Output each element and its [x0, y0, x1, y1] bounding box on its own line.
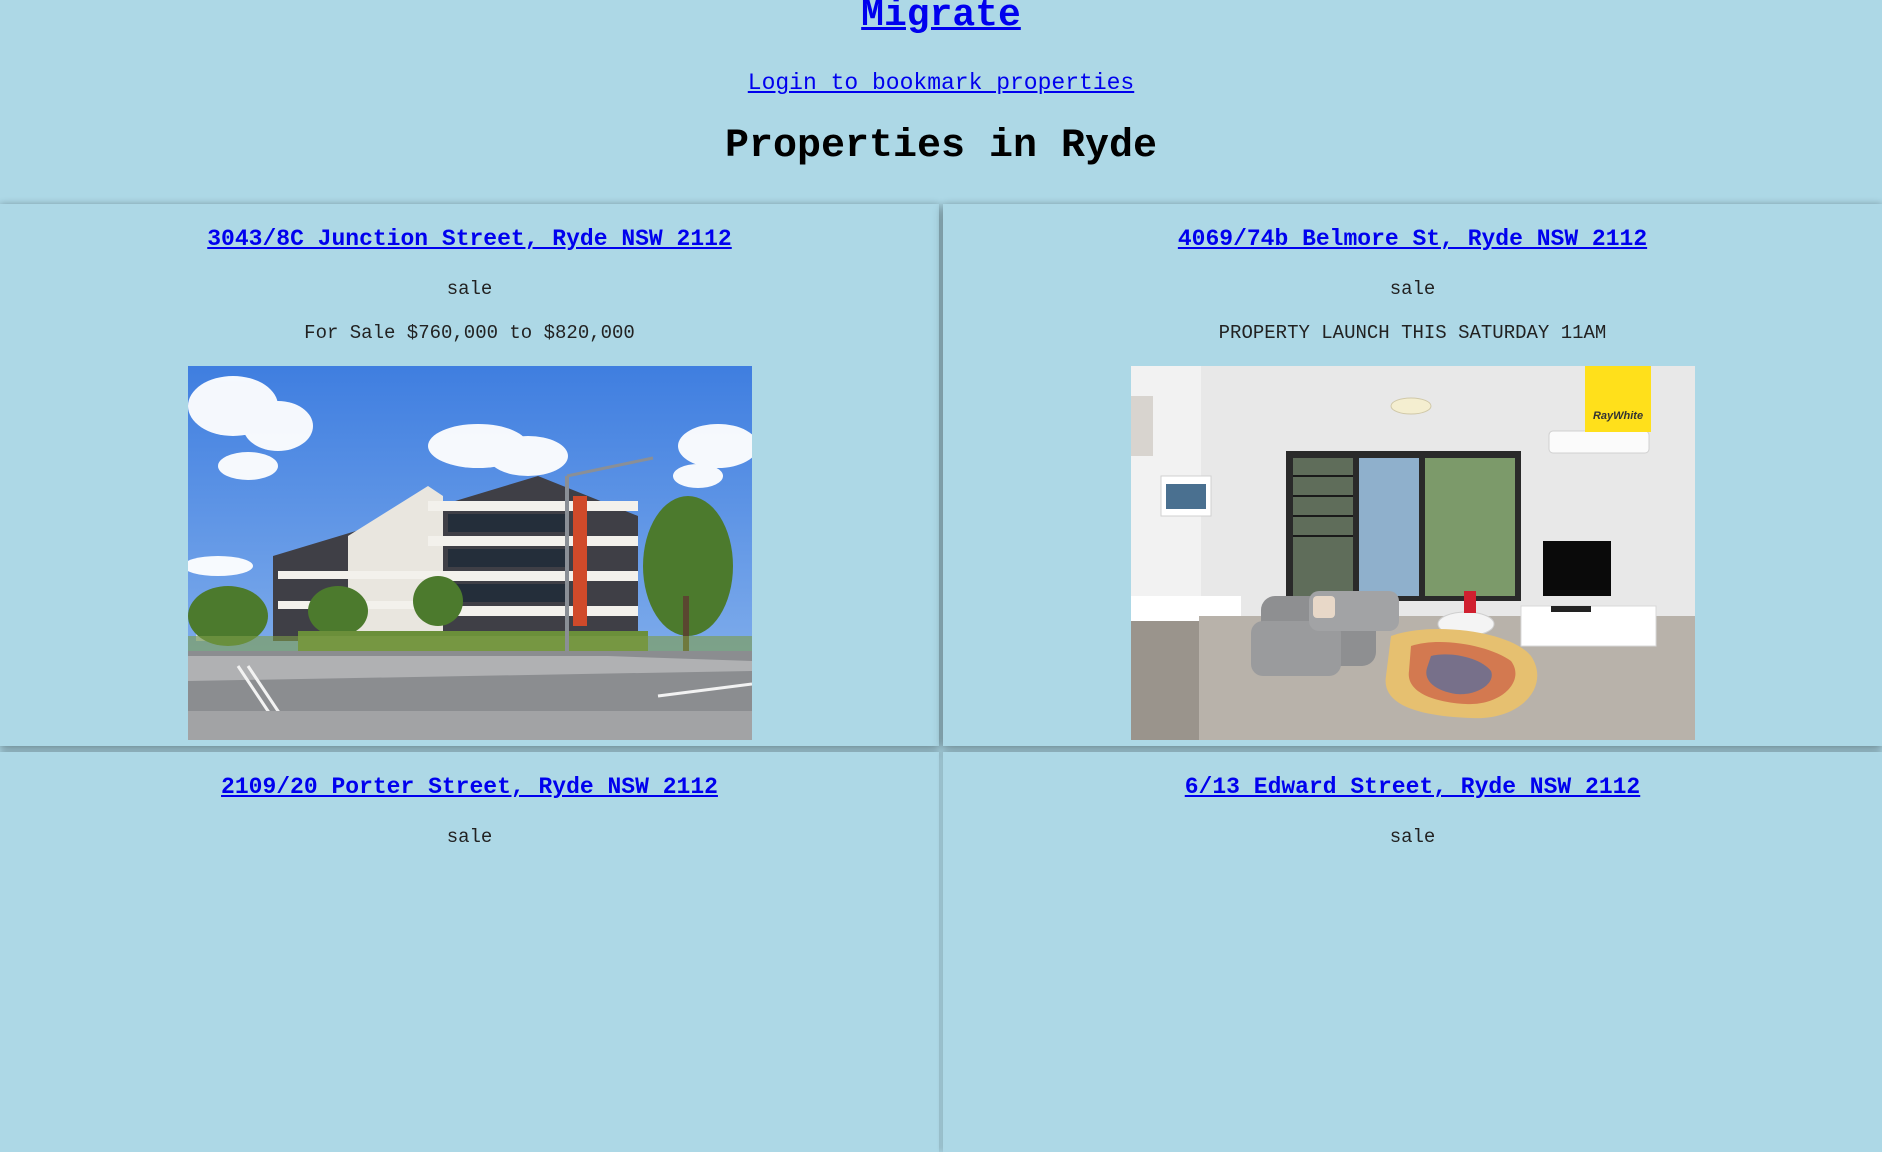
listings-grid: 3043/8C Junction Street, Ryde NSW 2112 s…: [0, 204, 1882, 1152]
raywhite-logo-text: RayWhite: [1592, 410, 1642, 422]
listing-card: 2109/20 Porter Street, Ryde NSW 2112 sal…: [0, 752, 939, 1152]
listing-photo[interactable]: [187, 366, 752, 740]
listing-address-link[interactable]: 6/13 Edward Street, Ryde NSW 2112: [943, 774, 1882, 800]
listing-address-link[interactable]: 4069/74b Belmore St, Ryde NSW 2112: [943, 226, 1882, 252]
listing-card: 6/13 Edward Street, Ryde NSW 2112 sale: [943, 752, 1882, 1152]
listing-type: sale: [1389, 278, 1436, 300]
living-room-photo: RayWhite: [1130, 366, 1695, 740]
listing-card: 4069/74b Belmore St, Ryde NSW 2112 sale …: [943, 204, 1882, 746]
login-link[interactable]: Login to bookmark properties: [0, 70, 1882, 96]
site-title-link[interactable]: Migrate: [0, 0, 1882, 37]
listing-description: PROPERTY LAUNCH THIS SATURDAY 11AM: [1218, 322, 1607, 344]
page-title: Properties in Ryde: [724, 124, 1158, 169]
page-header: Migrate Login to bookmark properties Pro…: [0, 0, 1882, 204]
listing-photo[interactable]: RayWhite: [1130, 366, 1695, 740]
apartment-building-photo: [187, 366, 752, 740]
listing-card: 3043/8C Junction Street, Ryde NSW 2112 s…: [0, 204, 939, 746]
listing-type: sale: [446, 278, 493, 300]
listing-address-link[interactable]: 2109/20 Porter Street, Ryde NSW 2112: [0, 774, 939, 800]
listing-description: For Sale $760,000 to $820,000: [304, 322, 635, 344]
listing-address-link[interactable]: 3043/8C Junction Street, Ryde NSW 2112: [0, 226, 939, 252]
raywhite-logo-badge: [1584, 366, 1651, 432]
listing-type: sale: [1389, 826, 1436, 848]
listing-type: sale: [446, 826, 493, 848]
